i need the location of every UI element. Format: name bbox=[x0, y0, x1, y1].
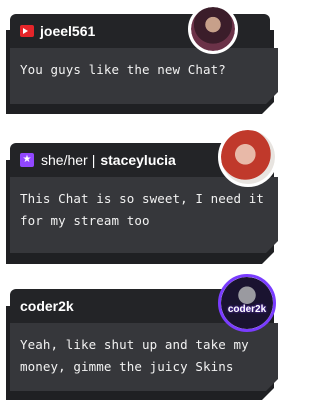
message-body: This Chat is so sweet, I need it for my … bbox=[10, 177, 278, 253]
avatar bbox=[188, 4, 238, 54]
username: coder2k bbox=[20, 298, 74, 314]
avatar-logo-text: coder2k bbox=[227, 304, 267, 315]
avatar-image bbox=[191, 7, 235, 51]
avatar-image: coder2k bbox=[221, 277, 273, 329]
star-icon: ★ bbox=[20, 153, 34, 167]
message-text: Yeah, like shut up and take my money, gi… bbox=[20, 337, 249, 374]
pronouns: she/her bbox=[41, 152, 88, 168]
camera-icon bbox=[20, 25, 34, 37]
message-body: You guys like the new Chat? bbox=[10, 48, 278, 104]
avatar bbox=[218, 127, 278, 187]
message-text: You guys like the new Chat? bbox=[20, 62, 226, 77]
message-body: Yeah, like shut up and take my money, gi… bbox=[10, 323, 278, 391]
message-text: This Chat is so sweet, I need it for my … bbox=[20, 191, 265, 228]
avatar-image bbox=[221, 130, 275, 184]
username: joeel561 bbox=[40, 23, 96, 39]
avatar: coder2k bbox=[218, 274, 276, 332]
username: staceylucia bbox=[100, 152, 176, 168]
chat-overlay: joeel561 You guys like the new Chat? ★ s… bbox=[0, 0, 303, 407]
separator: | bbox=[91, 152, 96, 168]
